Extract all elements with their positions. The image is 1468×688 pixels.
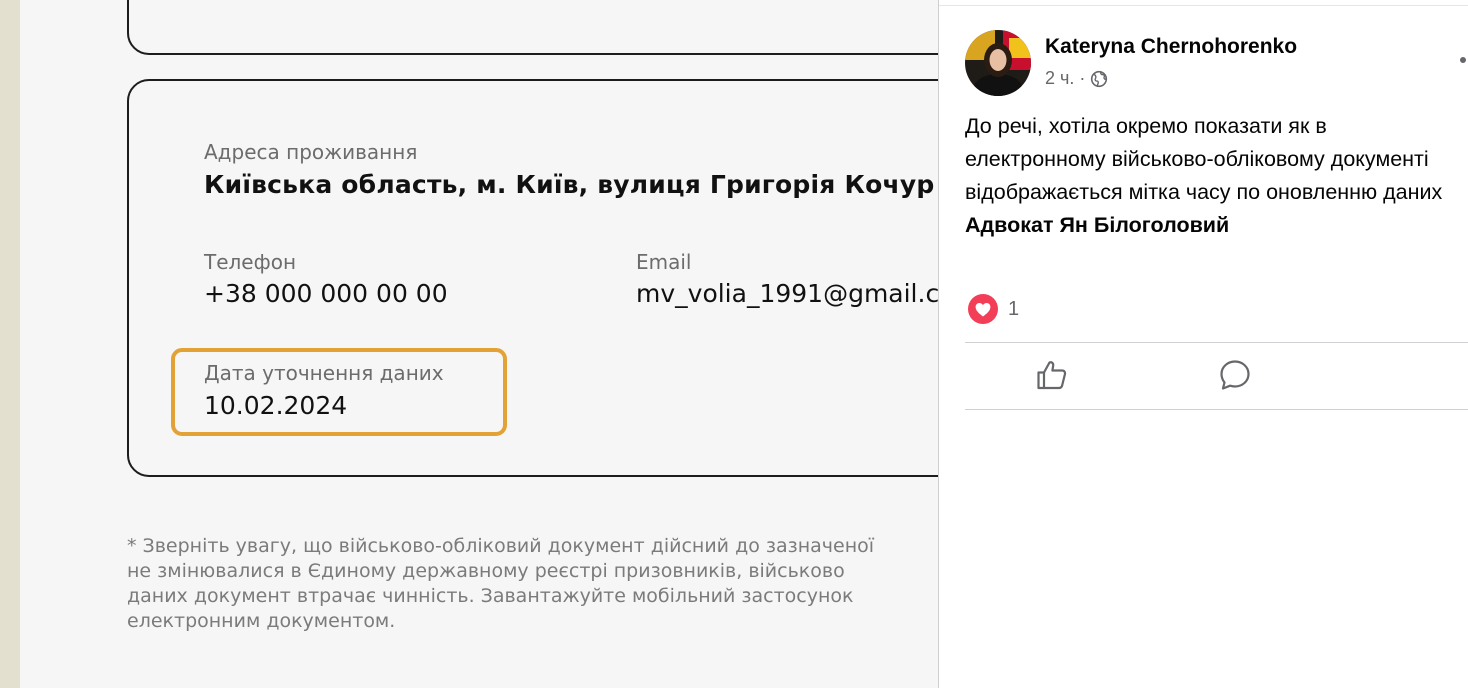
post-body: До речі, хотіла окремо показати як в еле…: [965, 110, 1468, 242]
like-button[interactable]: [1032, 355, 1072, 395]
facebook-post-panel: Kateryna Chernohorenko 2 ч. · До речі, х…: [938, 0, 1468, 688]
footnote-line: * Зверніть увагу, що військово-обліковий…: [127, 535, 875, 557]
globe-icon: [1090, 70, 1108, 88]
post-meta: 2 ч. ·: [1045, 68, 1108, 89]
email-label: Email: [636, 250, 692, 274]
phone-label: Телефон: [204, 250, 297, 274]
heart-icon: [967, 293, 999, 325]
document-footnote: * Зверніть увагу, що військово-обліковий…: [127, 534, 874, 634]
author-avatar[interactable]: [965, 30, 1031, 96]
footnote-line: не змінювалися в Єдиному державному реєс…: [127, 560, 845, 582]
document-card-top: [127, 0, 938, 55]
document-photo: Адреса проживання Київська область, м. К…: [20, 0, 938, 688]
address-label: Адреса проживання: [204, 140, 418, 164]
address-value: Київська область, м. Київ, вулиця Григор…: [204, 170, 935, 199]
phone-value: +38 000 000 00 00: [204, 279, 448, 308]
avatar-image: [965, 30, 1031, 96]
footnote-line: даних документ втрачає чинність. Заванта…: [127, 585, 854, 607]
reaction-count: 1: [1008, 297, 1020, 320]
left-edge-strip: [0, 0, 20, 688]
comment-button[interactable]: [1215, 355, 1255, 395]
post-time[interactable]: 2 ч. ·: [1045, 68, 1085, 89]
thumbs-up-icon: [1034, 357, 1070, 393]
date-value: 10.02.2024: [204, 391, 348, 420]
post-author-name[interactable]: Kateryna Chernohorenko: [1045, 35, 1297, 59]
post-text: До речі, хотіла окремо показати як в еле…: [965, 114, 1443, 204]
email-value: mv_volia_1991@gmail.com: [636, 279, 938, 308]
date-label: Дата уточнення даних: [204, 361, 444, 385]
comment-icon: [1217, 357, 1253, 393]
reaction-summary[interactable]: 1: [967, 293, 1019, 325]
post-mention[interactable]: Адвокат Ян Білоголовий: [965, 213, 1229, 237]
panel-top-divider: [939, 5, 1468, 6]
footnote-line: електронним документом.: [127, 610, 396, 632]
more-options-icon[interactable]: [1460, 57, 1466, 63]
actions-divider: [965, 409, 1468, 410]
reactions-divider: [965, 342, 1468, 343]
